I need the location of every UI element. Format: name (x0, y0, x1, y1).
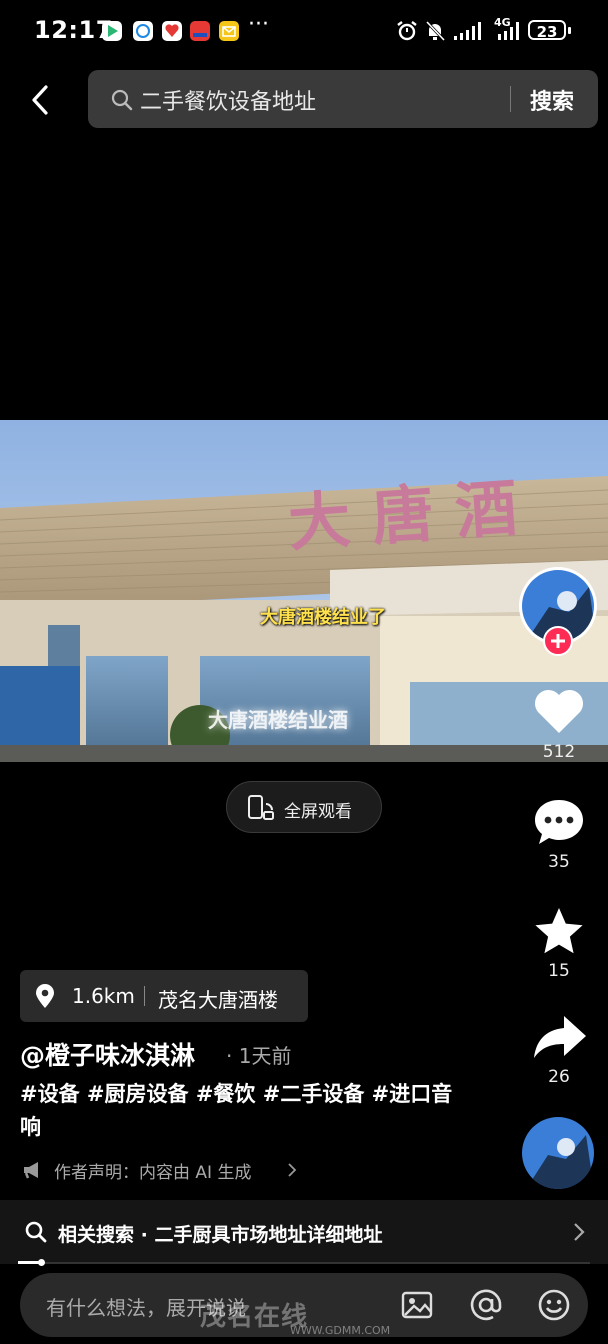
megaphone-icon (22, 1160, 44, 1184)
comment-button[interactable] (532, 796, 586, 852)
related-search-text: 相关搜索 · 二手厨具市场地址详细地址 (58, 1224, 383, 1246)
author-declaration[interactable]: 作者声明：内容由 AI 生成 (54, 1158, 251, 1183)
location-distance: 1.6km (72, 984, 135, 1008)
like-count: 512 (542, 742, 576, 762)
signal-icon (496, 20, 522, 46)
follow-button[interactable] (543, 626, 573, 656)
search-icon (24, 1220, 48, 1248)
mute-icon (424, 20, 446, 46)
share-arrow-icon (534, 1016, 586, 1058)
plus-icon (551, 634, 565, 648)
video-caption: 大唐酒楼结业了 (260, 607, 386, 628)
battery-indicator: 23 (528, 20, 566, 41)
post-time: · 1天前 (226, 1044, 292, 1068)
video-subtitle: 大唐酒楼结业酒 (208, 708, 348, 732)
battery-tip (568, 27, 571, 34)
like-button[interactable] (532, 686, 586, 740)
image-icon[interactable] (400, 1288, 434, 1326)
mention-icon[interactable] (469, 1288, 503, 1326)
fullscreen-label: 全屏观看 (284, 802, 352, 822)
search-icon (110, 88, 134, 112)
location-divider (144, 986, 145, 1006)
search-button[interactable]: 搜索 (530, 84, 574, 116)
emoji-icon[interactable] (537, 1288, 571, 1326)
video-progress-track[interactable] (18, 1262, 590, 1264)
post-hashtags[interactable]: #设备 #厨房设备 #餐饮 #二手设备 #进口音响 (20, 1078, 460, 1144)
heart-icon (534, 689, 584, 733)
location-pin-icon (34, 984, 56, 1014)
back-button[interactable] (28, 84, 54, 116)
share-count: 26 (548, 1067, 570, 1087)
share-button[interactable] (532, 1013, 586, 1067)
app-notification-icon (162, 21, 182, 41)
author-name[interactable]: @橙子味冰淇淋 (20, 1036, 195, 1072)
watermark-url: WWW.GDMM.COM (290, 1324, 391, 1337)
comment-icon (535, 800, 583, 844)
search-input[interactable]: 二手餐饮设备地址 (140, 84, 316, 116)
location-name: 茂名大唐酒楼 (158, 988, 278, 1012)
comment-count: 35 (548, 852, 570, 872)
app-notification-icon (102, 21, 122, 41)
app-notification-icon (190, 21, 210, 41)
video-progress-handle[interactable] (38, 1259, 45, 1266)
search-divider (510, 86, 511, 112)
mail-icon (219, 21, 239, 41)
more-notifications-icon: ··· (248, 12, 269, 37)
rotate-screen-icon (246, 792, 276, 826)
chevron-right-icon (572, 1222, 586, 1246)
favorite-count: 15 (548, 961, 570, 981)
chevron-right-icon (286, 1162, 298, 1182)
app-notification-icon (133, 21, 153, 41)
chevron-left-icon (32, 85, 48, 115)
favorite-button[interactable] (532, 905, 586, 963)
alarm-icon (396, 20, 418, 46)
signal-icon (452, 20, 486, 46)
music-disc-avatar[interactable] (522, 1117, 594, 1189)
star-icon (535, 908, 583, 954)
